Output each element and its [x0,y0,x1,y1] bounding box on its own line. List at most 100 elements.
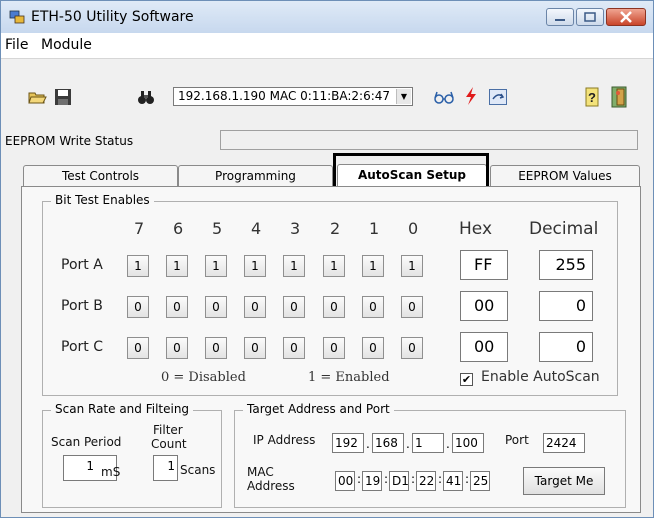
mac-octet-1[interactable]: 00 [335,471,355,491]
legend-enabled: 1 = Enabled [308,370,390,385]
port-c-label: Port C [61,339,103,355]
menu-module[interactable]: Module [41,37,92,53]
ip-octet-3[interactable]: 1 [412,433,444,453]
enable-autoscan-label: Enable AutoScan [481,369,600,385]
port-field[interactable]: 2424 [543,433,585,453]
bit-header: 3 [290,219,301,238]
port-c-bit-1[interactable]: 0 [362,337,384,359]
bit-header: 5 [212,219,223,238]
port-c-bit-0[interactable]: 0 [401,337,423,359]
mac-colon: : [384,472,389,486]
filter-count-field[interactable]: 1 [153,455,178,481]
target-me-button[interactable]: Target Me [523,467,605,495]
chevron-down-icon[interactable]: ▼ [396,89,411,104]
exit-door-icon[interactable] [609,85,631,109]
bit-header: 2 [330,219,341,238]
port-b-bit-4[interactable]: 0 [244,296,266,318]
port-c-bit-7[interactable]: 0 [127,337,149,359]
port-b-bit-7[interactable]: 0 [127,296,149,318]
scan-period-label: Scan Period [51,435,122,449]
port-a-hex-field[interactable]: FF [460,250,508,280]
port-b-bit-6[interactable]: 0 [166,296,188,318]
enable-autoscan-checkbox[interactable]: ✔ [460,373,473,386]
port-a-bit-4[interactable]: 1 [244,255,266,277]
port-c-bit-4[interactable]: 0 [244,337,266,359]
target-address-group: Target Address and Port IP Address 192 .… [234,402,626,508]
scan-period-unit: mS [101,465,121,479]
port-a-decimal-field[interactable]: 255 [539,250,593,280]
port-b-bit-5[interactable]: 0 [205,296,227,318]
close-button[interactable] [606,8,646,26]
mac-colon: : [411,472,416,486]
mac-octet-5[interactable]: 41 [443,471,463,491]
ip-dot: . [446,437,450,451]
refresh-icon[interactable] [489,89,507,105]
help-icon[interactable]: ? [582,87,602,107]
device-select-value: 192.168.1.190 MAC 0:11:BA:2:6:47 [178,89,391,103]
mac-octet-6[interactable]: 25 [470,471,490,491]
bit-header: 6 [173,219,184,238]
port-b-bit-2[interactable]: 0 [323,296,345,318]
port-c-bit-3[interactable]: 0 [283,337,305,359]
save-icon[interactable] [53,87,73,107]
menu-bar: File Module [1,33,653,58]
ip-octet-2[interactable]: 168 [372,433,404,453]
lightning-icon[interactable] [461,86,481,106]
tab-eeprom-values[interactable]: EEPROM Values [490,165,640,187]
port-a-bit-5[interactable]: 1 [205,255,227,277]
port-b-bit-0[interactable]: 0 [401,296,423,318]
close-icon [620,11,632,23]
bit-test-enables-group: Bit Test Enables 7 6 5 4 3 2 1 0 Hex Dec… [42,193,618,396]
bit-header: 0 [408,219,419,238]
glasses-icon[interactable] [433,87,455,107]
filter-count-value: 1 [167,459,175,473]
bit-header: 7 [134,219,145,238]
port-a-bit-3[interactable]: 1 [283,255,305,277]
mac-octet-2[interactable]: 19 [362,471,382,491]
minimize-button[interactable] [546,8,574,26]
eeprom-write-status-field [220,130,638,150]
toolbar: 192.168.1.190 MAC 0:11:BA:2:6:47 ▼ ? [1,58,653,125]
port-b-bit-3[interactable]: 0 [283,296,305,318]
app-window: ETH-50 Utility Software File Module 192.… [0,0,654,518]
port-c-bit-6[interactable]: 0 [166,337,188,359]
filter-count-label-2: Count [151,437,187,451]
scan-rate-group: Scan Rate and Filteing Scan Period Filte… [42,402,222,508]
port-c-bit-5[interactable]: 0 [205,337,227,359]
mac-octet-4[interactable]: 22 [416,471,436,491]
maximize-button[interactable] [576,8,604,26]
tab-programming[interactable]: Programming [178,165,333,187]
binoculars-icon[interactable] [136,87,156,107]
ip-dot: . [406,437,410,451]
port-a-label: Port A [61,257,103,273]
ip-address-label: IP Address [253,433,316,447]
device-select[interactable]: 192.168.1.190 MAC 0:11:BA:2:6:47 ▼ [173,87,413,106]
port-c-bit-2[interactable]: 0 [323,337,345,359]
port-c-decimal-field[interactable]: 0 [539,332,593,362]
ip-octet-1[interactable]: 192 [332,433,364,453]
port-c-hex-field[interactable]: 00 [460,332,508,362]
svg-text:?: ? [588,90,596,105]
bit-header: 1 [369,219,380,238]
mac-octet-3[interactable]: D1 [389,471,409,491]
port-a-bit-7[interactable]: 1 [127,255,149,277]
mac-colon: : [465,472,470,486]
bit-header: 4 [251,219,262,238]
port-b-hex-field[interactable]: 00 [460,291,508,321]
port-b-bit-1[interactable]: 0 [362,296,384,318]
target-address-title: Target Address and Port [243,402,394,416]
mac-address-label-1: MAC [247,465,274,479]
port-a-bit-6[interactable]: 1 [166,255,188,277]
mac-address-label-2: Address [247,479,295,493]
port-a-bit-1[interactable]: 1 [362,255,384,277]
port-a-bit-0[interactable]: 1 [401,255,423,277]
port-b-decimal-field[interactable]: 0 [539,291,593,321]
tab-test-controls[interactable]: Test Controls [23,165,178,187]
open-folder-icon[interactable] [27,87,47,107]
menu-file[interactable]: File [5,37,28,53]
filter-count-unit: Scans [180,463,216,477]
minimize-icon [555,19,565,21]
port-a-bit-2[interactable]: 1 [323,255,345,277]
port-label: Port [505,433,529,447]
ip-octet-4[interactable]: 100 [452,433,484,453]
